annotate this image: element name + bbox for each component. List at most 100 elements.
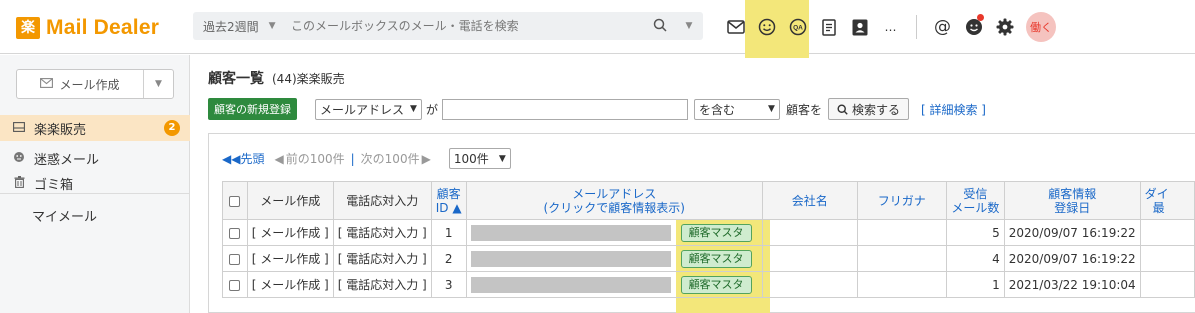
trash-icon [12, 175, 26, 191]
sidebar-item-label: マイメール [32, 209, 98, 225]
row-email-cell: 顧客マスタ [465, 245, 763, 272]
page-subtitle: (44)楽楽販売 [272, 72, 345, 86]
col-id-line2: ID ▲ [435, 200, 462, 215]
select-all-checkbox[interactable] [229, 195, 241, 207]
pager-first-icon: ◀◀ [222, 151, 241, 166]
app-logo[interactable]: 楽 Mail Dealer [16, 16, 159, 40]
row-checkbox[interactable] [229, 253, 241, 265]
search-options-icon[interactable]: ▼ [675, 21, 703, 31]
work-status-button[interactable]: 働く [1026, 12, 1056, 42]
smiley-icon[interactable] [751, 0, 782, 54]
match-select[interactable]: を含む ▼ [693, 98, 780, 120]
col-company[interactable]: 会社名 [761, 181, 858, 220]
compose-button-group: メール作成 ▼ [16, 69, 174, 99]
row-furigana [856, 245, 947, 272]
sidebar-item-spam[interactable]: 迷惑メール [0, 145, 190, 171]
search-submit-button[interactable]: 検索する [827, 98, 909, 120]
select-all-cell [222, 181, 248, 220]
row-select-cell [222, 219, 248, 246]
row-email-cell: 顧客マスタ [465, 271, 763, 298]
redacted-email[interactable] [470, 276, 671, 293]
row-id: 1 [430, 219, 467, 246]
chevron-down-icon: ▼ [410, 104, 417, 114]
mailbox-icon [12, 121, 26, 135]
redacted-email[interactable] [470, 250, 671, 267]
table-header-row: メール作成 電話応対入力 顧客 ID ▲ メールアドレス (クリックで顧客情報表示)… [222, 181, 1195, 220]
row-company [761, 271, 858, 298]
keyword-input[interactable] [441, 98, 688, 120]
sidebar-item-rakuraku[interactable]: 楽楽販売 2 [0, 115, 190, 141]
contact-card-icon[interactable] [844, 0, 875, 54]
advanced-search-link[interactable]: [ 詳細検索 ] [921, 101, 986, 118]
col-registered[interactable]: 顧客情報 登録日 [1003, 181, 1141, 220]
col-phone: 電話応対入力 [332, 181, 432, 220]
toolbar-divider [916, 15, 917, 39]
pager-prev-icon: ◀ [274, 151, 284, 166]
row-furigana [856, 271, 947, 298]
row-phone-link[interactable]: [ 電話応対入力 ] [332, 245, 432, 272]
sidebar-item-mymail[interactable]: マイメール [0, 202, 190, 228]
row-checkbox[interactable] [229, 227, 241, 239]
customer-master-tag[interactable]: 顧客マスタ [680, 275, 752, 294]
unread-badge: 2 [164, 120, 180, 136]
row-received: 4 [945, 245, 1005, 272]
col-furigana[interactable]: フリガナ [856, 181, 947, 220]
customer-master-tag[interactable]: 顧客マスタ [680, 249, 752, 268]
pager-first-link[interactable]: 先頭 [240, 150, 264, 167]
top-bar: 楽 Mail Dealer 過去2週間 ▼ ▼ QA … @ [0, 0, 1195, 58]
row-extra [1139, 245, 1195, 272]
row-compose-link[interactable]: [ メール作成 ] [246, 219, 334, 246]
row-extra [1139, 271, 1195, 298]
row-registered: 2021/03/22 19:10:04 [1003, 271, 1141, 298]
sidebar: メール作成 ▼ 楽楽販売 2 迷惑メール ゴミ箱 マイメール [0, 55, 190, 313]
col-email-line2: (クリックで顧客情報表示) [543, 200, 685, 215]
chevron-down-icon: ▼ [768, 104, 775, 114]
col-id[interactable]: 顧客 ID ▲ [430, 181, 467, 220]
redacted-email[interactable] [470, 224, 671, 241]
qa-icon[interactable]: QA [782, 0, 813, 54]
row-compose-link[interactable]: [ メール作成 ] [246, 245, 334, 272]
gear-icon[interactable] [989, 0, 1020, 54]
page-title: 顧客一覧 (44)楽楽販売 [208, 68, 345, 88]
compose-dropdown[interactable]: ▼ [143, 70, 173, 98]
new-customer-button[interactable]: 顧客の新規登録 [208, 98, 297, 120]
row-email-cell: 顧客マスタ [465, 219, 763, 246]
field-select[interactable]: メールアドレス ▼ [315, 98, 422, 120]
logo-text: Mail Dealer [46, 16, 160, 39]
col-registered-line1: 顧客情報 [1048, 186, 1097, 201]
spam-icon [12, 151, 26, 166]
row-compose-link[interactable]: [ メール作成 ] [246, 271, 334, 298]
match-select-value: を含む [698, 102, 735, 117]
row-registered: 2020/09/07 16:19:22 [1003, 245, 1141, 272]
customer-master-tag[interactable]: 顧客マスタ [680, 223, 752, 242]
row-phone-link[interactable]: [ 電話応対入力 ] [332, 219, 432, 246]
face-notify-icon[interactable] [958, 0, 989, 54]
col-received-line1: 受信 [963, 186, 988, 201]
envelope-icon [40, 77, 54, 91]
ga-label: が [425, 102, 438, 117]
sidebar-item-label: 迷惑メール [34, 152, 100, 168]
col-id-line1: 顧客 [436, 186, 461, 201]
search-icon[interactable] [645, 18, 675, 35]
customer-label: 顧客を [785, 102, 822, 117]
period-select[interactable]: 過去2週間 ▼ [193, 18, 283, 35]
document-icon[interactable] [813, 0, 844, 54]
sidebar-item-label: 楽楽販売 [34, 122, 87, 138]
row-phone-link[interactable]: [ 電話応対入力 ] [332, 271, 432, 298]
chevron-down-icon: ▼ [498, 153, 506, 164]
more-icon[interactable]: … [875, 0, 906, 54]
search-input[interactable] [283, 12, 645, 40]
row-select-cell [222, 271, 248, 298]
col-email[interactable]: メールアドレス (クリックで顧客情報表示) [465, 181, 763, 220]
col-received[interactable]: 受信 メール数 [945, 181, 1005, 220]
at-icon[interactable]: @ [927, 0, 958, 54]
row-checkbox[interactable] [229, 279, 241, 291]
pager: ◀◀ 先頭 ◀ 前の100件 | 次の100件 ▶ 100件 ▼ [222, 148, 511, 169]
per-page-select[interactable]: 100件 ▼ [448, 148, 511, 169]
compose-button[interactable]: メール作成 [17, 76, 143, 93]
mail-icon[interactable] [720, 0, 751, 54]
col-extra[interactable]: ダイ最 [1139, 181, 1195, 220]
table-row: [ メール作成 ] [ 電話応対入力 ] 2 顧客マスタ 4 2020/09/0… [222, 245, 1195, 272]
col-registered-line2: 登録日 [1054, 200, 1091, 215]
row-id: 2 [430, 245, 467, 272]
